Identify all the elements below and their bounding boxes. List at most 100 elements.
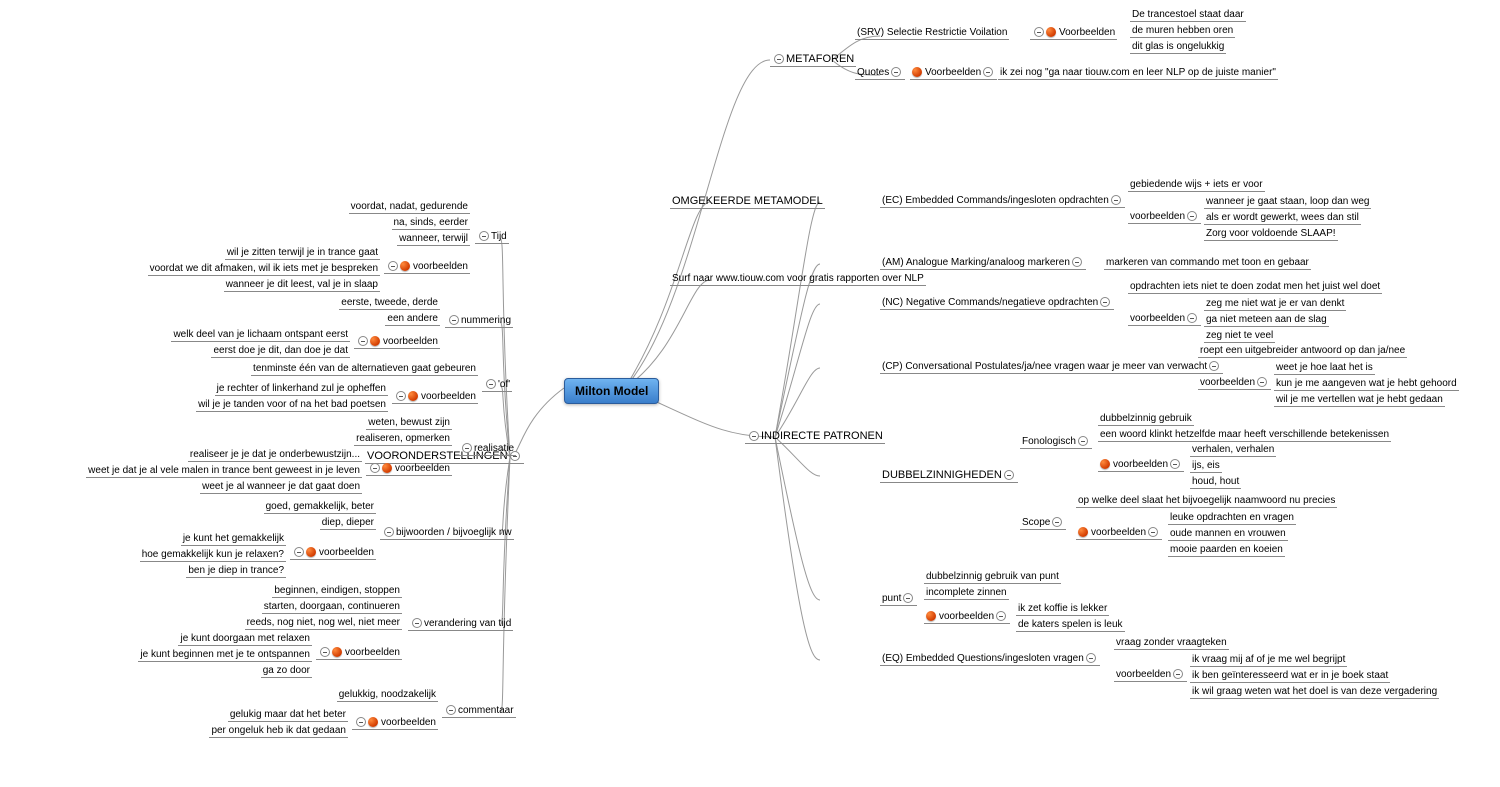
of-vb[interactable]: voorbeelden [392, 390, 478, 404]
nummer-ex1: welk deel van je lichaam ontspant eerst [171, 328, 350, 342]
tijd-ex1: wil je zitten terwijl je in trance gaat [225, 246, 380, 260]
bullet-icon [368, 717, 378, 727]
real-sub1: weten, bewust zijn [366, 416, 452, 430]
fono-vb[interactable]: voorbeelden [1098, 458, 1184, 472]
nummer[interactable]: nummering [445, 314, 513, 328]
branch-omgekeerde[interactable]: OMGEKEERDE METAMODEL [670, 194, 825, 209]
dubbel[interactable]: DUBBELZINNIGHEDEN [880, 468, 1018, 483]
label: voorbeelden [383, 336, 438, 347]
label: voorbeelden [395, 463, 450, 474]
bullet-icon [912, 67, 922, 77]
ec-ex1: wanneer je gaat staan, loop dan weg [1204, 195, 1371, 209]
scope-ex1: leuke opdrachten en vragen [1168, 511, 1296, 525]
com-vb[interactable]: voorbeelden [352, 716, 438, 730]
nummer-sub2: een andere [385, 312, 440, 326]
label: voorbeelden [381, 717, 436, 728]
center-node[interactable]: Milton Model [564, 378, 659, 404]
bijw-ex1: je kunt het gemakkelijk [181, 532, 286, 546]
ver-vb[interactable]: voorbeelden [316, 646, 402, 660]
eq[interactable]: (EQ) Embedded Questions/ingesloten vrage… [880, 652, 1100, 666]
nc[interactable]: (NC) Negative Commands/negatieve opdrach… [880, 296, 1114, 310]
branch-indirecte[interactable]: INDIRECTE PATRONEN [745, 429, 885, 444]
label: (EQ) Embedded Questions/ingesloten vrage… [882, 653, 1084, 664]
tijd-sub2: na, sinds, eerder [392, 216, 471, 230]
srv[interactable]: (SRV) Selectie Restrictie Voilation [855, 26, 1009, 40]
label: Quotes [857, 67, 889, 78]
nummer-vb[interactable]: voorbeelden [354, 335, 440, 349]
fono-sub1: dubbelzinnig gebruik [1098, 412, 1194, 426]
quotes-ex: ik zei nog "ga naar tiouw.com en leer NL… [998, 66, 1278, 80]
bullet-icon [1046, 27, 1056, 37]
of-ex2: wil je je tanden voor of na het bad poet… [196, 398, 388, 412]
label: realisatie [474, 443, 514, 454]
tijd[interactable]: Tijd [475, 230, 509, 244]
punt-sub1: dubbelzinnig gebruik van punt [924, 570, 1061, 584]
realisatie[interactable]: realisatie [458, 442, 516, 456]
of[interactable]: 'of' [482, 378, 512, 392]
ec-ex3: Zorg voor voldoende SLAAP! [1204, 227, 1338, 241]
quotes[interactable]: Quotes [855, 66, 905, 80]
eq-vb[interactable]: voorbeelden [1114, 668, 1187, 682]
scope[interactable]: Scope [1020, 516, 1066, 530]
of-ex1: je rechter of linkerhand zul je opheffen [215, 382, 388, 396]
ver-sub2: starten, doorgaan, continueren [262, 600, 402, 614]
quotes-voorbeelden[interactable]: Voorbeelden [910, 66, 997, 80]
cp-ex2: kun je me aangeven wat je hebt gehoord [1274, 377, 1459, 391]
label: (CP) Conversational Postulates/ja/nee vr… [882, 361, 1207, 372]
bijw-sub2: diep, dieper [320, 516, 376, 530]
tijd-vb[interactable]: voorbeelden [384, 260, 470, 274]
bijw[interactable]: bijwoorden / bijvoeglijk nw [380, 526, 514, 540]
label: Fonologisch [1022, 436, 1076, 447]
bullet-icon [1078, 527, 1088, 537]
real-vb[interactable]: voorbeelden [366, 462, 452, 476]
real-ex1: realiseer je je dat je onderbewustzijn..… [188, 448, 362, 462]
cp-ex1: weet je hoe laat het is [1274, 361, 1375, 375]
tijd-sub1: voordat, nadat, gedurende [349, 200, 470, 214]
bullet-icon [400, 261, 410, 271]
bullet-icon [382, 463, 392, 473]
punt-vb[interactable]: voorbeelden [924, 610, 1010, 624]
branch-surf[interactable]: Surf naar www.tiouw.com voor gratis rapp… [670, 272, 926, 286]
label: voorbeelden [1200, 377, 1255, 388]
srv-voorbeelden[interactable]: Voorbeelden [1030, 26, 1117, 40]
cp-sub: roept een uitgebreider antwoord op dan j… [1198, 344, 1407, 358]
ver-ex2: je kunt beginnen met je te ontspannen [138, 648, 312, 662]
verandering[interactable]: verandering van tijd [408, 617, 513, 631]
ec-vb[interactable]: voorbeelden [1128, 210, 1201, 224]
ec[interactable]: (EC) Embedded Commands/ingesloten opdrac… [880, 194, 1125, 208]
cp-vb[interactable]: voorbeelden [1198, 376, 1271, 390]
label: Voorbeelden [925, 67, 981, 78]
tijd-sub3: wanneer, terwijl [397, 232, 470, 246]
ver-ex1: je kunt doorgaan met relaxen [178, 632, 312, 646]
fono[interactable]: Fonologisch [1020, 435, 1092, 449]
nc-vb[interactable]: voorbeelden [1128, 312, 1201, 326]
tijd-ex3: wanneer je dit leest, val je in slaap [224, 278, 380, 292]
com-sub: gelukkig, noodzakelijk [337, 688, 438, 702]
cp[interactable]: (CP) Conversational Postulates/ja/nee vr… [880, 360, 1223, 374]
label: nummering [461, 315, 511, 326]
nc-ex3: zeg niet te veel [1204, 329, 1275, 343]
label: 'of' [498, 379, 510, 390]
punt[interactable]: punt [880, 592, 917, 606]
am[interactable]: (AM) Analogue Marking/analoog markeren [880, 256, 1086, 270]
commentaar[interactable]: commentaar [442, 704, 516, 718]
label: (EC) Embedded Commands/ingesloten opdrac… [882, 195, 1109, 206]
punt-ex2: de katers spelen is leuk [1016, 618, 1125, 632]
branch-metaforen[interactable]: METAFOREN [770, 52, 856, 67]
scope-vb[interactable]: voorbeelden [1076, 526, 1162, 540]
nummer-ex2: eerst doe je dit, dan doe je dat [211, 344, 350, 358]
label: voorbeelden [1113, 459, 1168, 470]
scope-ex2: oude mannen en vrouwen [1168, 527, 1288, 541]
label: voorbeelden [345, 647, 400, 658]
fono-ex3: houd, hout [1190, 475, 1241, 489]
nc-ex1: zeg me niet wat je er van denkt [1204, 297, 1346, 311]
bijw-vb[interactable]: voorbeelden [290, 546, 376, 560]
label: INDIRECTE PATRONEN [761, 430, 883, 442]
srv-ex1: De trancestoel staat daar [1130, 8, 1246, 22]
scope-sub: op welke deel slaat het bijvoegelijk naa… [1076, 494, 1337, 508]
label: voorbeelden [421, 391, 476, 402]
label: voorbeelden [939, 611, 994, 622]
label: commentaar [458, 705, 514, 716]
com-ex2: per ongeluk heb ik dat gedaan [209, 724, 348, 738]
label: DUBBELZINNIGHEDEN [882, 469, 1002, 481]
